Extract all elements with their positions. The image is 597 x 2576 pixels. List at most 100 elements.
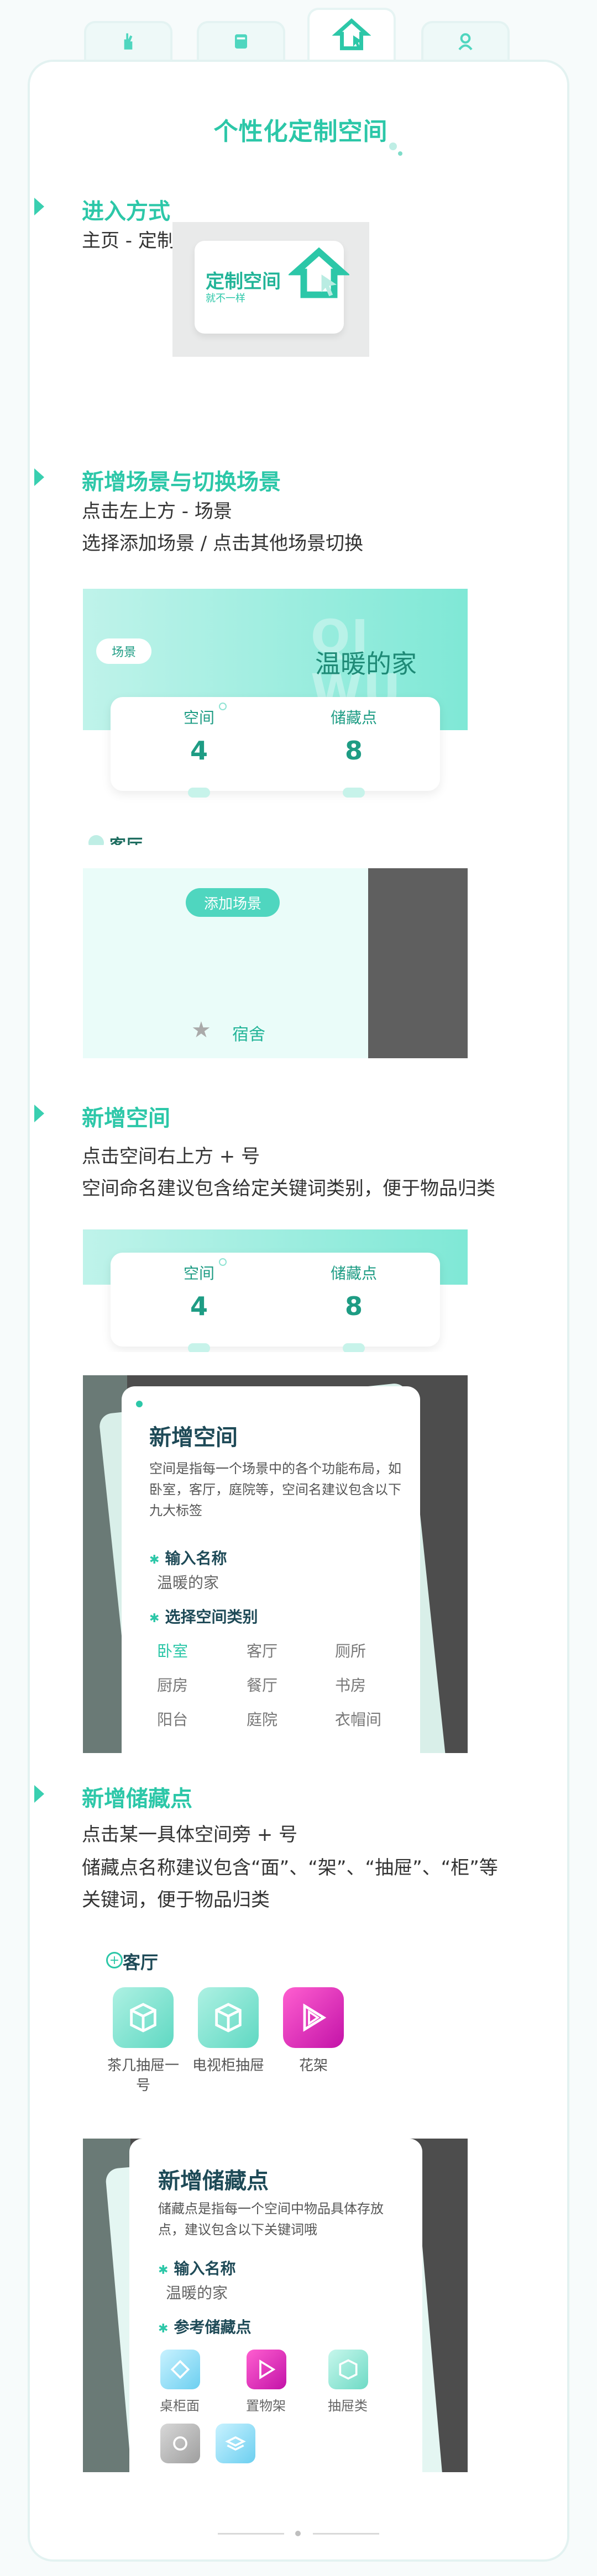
ring-icon — [173, 2436, 187, 2451]
storage-tile[interactable] — [198, 1987, 259, 2048]
storage-label: 电视柜抽屉 — [192, 2057, 264, 2074]
stat-decoration — [343, 1343, 365, 1352]
storage-label: 花架 — [298, 2057, 328, 2074]
modal-description: 空间是指每一个场景中的各个功能布局，如卧室，客厅，庭院等，空间名建议包含以下九大… — [149, 1461, 401, 1518]
hand-icon — [124, 33, 133, 50]
name-input[interactable]: 温暖的家 — [157, 1571, 219, 1593]
section-text: 空间命名建议包含给定关键词类别，便于物品归类 — [82, 1178, 495, 1200]
storage-tile[interactable] — [283, 1987, 344, 2048]
ref-label: 参考储藏点 — [158, 2315, 251, 2337]
name-input[interactable]: 温暖的家 — [166, 2281, 228, 2303]
cube-icon — [215, 2003, 242, 2033]
stat-decoration — [188, 788, 210, 798]
footer-dot — [295, 2531, 301, 2536]
room-icon — [88, 835, 104, 845]
space-screenshot: 空间 4 储藏点 8 — [83, 1229, 468, 1352]
stat-space-label: 空间 — [183, 709, 214, 727]
section-heading-scene: 新增场景与切换场景 — [82, 469, 281, 495]
layers-icon — [225, 2436, 246, 2451]
stat-decoration — [343, 788, 365, 798]
user-icon — [458, 33, 473, 50]
stat-decoration — [188, 1343, 210, 1352]
section-arrow-icon — [34, 1105, 44, 1122]
stat-storage-label: 储藏点 — [330, 709, 377, 727]
stat-storage-label: 储藏点 — [330, 1264, 377, 1282]
scene-tag-button[interactable]: 场景 — [96, 638, 151, 664]
stat-space-label: 空间 — [183, 1264, 214, 1282]
stat-space-value: 4 — [190, 1291, 208, 1321]
section-text: 点击空间右上方 + 号 — [82, 1146, 260, 1168]
title-decoration — [389, 142, 397, 150]
scene-item-dorm[interactable]: 宿舍 — [232, 1021, 265, 1045]
stat-card: 空间 4 储藏点 8 — [111, 697, 440, 798]
section-text: 储藏点名称建议包含“面”、“架”、“抽屉”、“柜”等 — [82, 1857, 498, 1879]
section-text: 关键词，便于物品归类 — [82, 1889, 270, 1911]
play-icon — [303, 2003, 327, 2032]
ref-label-item: 抽屉类 — [328, 2398, 368, 2414]
section-arrow-icon — [34, 198, 44, 215]
tab-box[interactable] — [197, 21, 285, 60]
type-option[interactable]: 阳台 — [157, 1708, 223, 1730]
ref-tile[interactable] — [216, 2424, 255, 2463]
stat-card: 空间 4 储藏点 8 — [111, 1253, 440, 1352]
box-icon — [235, 34, 247, 49]
custom-space-subtitle: 就不一样 — [206, 293, 245, 304]
page-title: 个性化定制空间 — [213, 118, 388, 146]
scene-screenshot: 场景 QI WU 温暖的家 空间 4 储藏点 8 客厅 — [83, 589, 468, 845]
cube-icon — [339, 2359, 358, 2380]
entry-screenshot: 定制空间 就不一样 — [172, 222, 369, 357]
ref-label-item: 桌柜面 — [160, 2398, 200, 2414]
title-decoration — [398, 151, 402, 156]
new-storage-sheet: 新增储藏点 储藏点是指每一个空间中物品具体存放点，建议包含以下关键词哦 输入名称… — [129, 2139, 422, 2472]
name-label: 输入名称 — [158, 2257, 235, 2279]
ref-tile[interactable] — [160, 2424, 200, 2463]
section-heading-space: 新增空间 — [82, 1106, 170, 1131]
type-option[interactable]: 书房 — [335, 1674, 401, 1696]
stat-decoration — [219, 703, 227, 710]
ref-tile[interactable] — [247, 2350, 286, 2389]
diamond-icon — [170, 2359, 190, 2379]
ref-label-item: 置物架 — [246, 2398, 286, 2414]
new-space-sheet: 新增空间 空间是指每一个场景中的各个功能布局，如卧室，客厅，庭院等，空间名建议包… — [122, 1386, 420, 1753]
storage-label: 茶几抽屉一号 — [107, 2057, 179, 2094]
name-label: 输入名称 — [149, 1546, 227, 1569]
tab-home[interactable] — [307, 8, 396, 61]
cube-icon — [130, 2003, 156, 2033]
section-arrow-icon — [34, 1785, 44, 1803]
type-option[interactable]: 衣帽间 — [335, 1708, 401, 1730]
footer-divider — [218, 2533, 284, 2535]
stat-storage-value: 8 — [344, 1291, 363, 1321]
ref-tile[interactable] — [328, 2350, 368, 2389]
star-icon[interactable]: ★ — [191, 1017, 211, 1043]
new-storage-modal-screenshot: 新增储藏点 储藏点是指每一个空间中物品具体存放点，建议包含以下关键词哦 输入名称… — [83, 2139, 468, 2472]
room-heading: 客厅 — [109, 832, 143, 845]
section-heading-storage: 新增储藏点 — [82, 1786, 192, 1812]
add-scene-button[interactable]: 添加场景 — [186, 888, 280, 917]
section-text: 选择添加场景 / 点击其他场景切换 — [82, 532, 364, 555]
scene-switch-screenshot: 添加场景 ★ 宿舍 — [83, 868, 468, 1058]
modal-title: 新增空间 — [149, 1425, 238, 1450]
type-option[interactable]: 厨房 — [157, 1674, 223, 1696]
room-heading: 客厅 — [123, 1952, 159, 1973]
ref-tile[interactable] — [160, 2350, 200, 2389]
tab-user[interactable] — [421, 21, 510, 60]
type-option[interactable]: 客厅 — [247, 1639, 313, 1661]
section-text: 点击左上方 - 场景 — [82, 500, 232, 522]
tab-hand[interactable] — [84, 21, 172, 60]
type-option[interactable]: 餐厅 — [247, 1674, 313, 1696]
add-storage-icon[interactable]: + — [106, 1952, 123, 1968]
type-option[interactable]: 庭院 — [247, 1708, 313, 1730]
footer-divider — [313, 2533, 379, 2535]
storage-tile[interactable] — [113, 1987, 174, 2048]
modal-title: 新增储藏点 — [158, 2168, 269, 2194]
type-option[interactable]: 卧室 — [157, 1639, 223, 1661]
stat-decoration — [219, 1258, 227, 1266]
home-cursor-icon — [289, 247, 349, 298]
play-icon — [259, 2359, 276, 2379]
type-option[interactable]: 厕所 — [335, 1639, 401, 1661]
storage-screenshot: + 客厅 茶几抽屉一号 电视柜抽屉 花架 — [83, 1938, 468, 2123]
overlay-shade — [368, 868, 468, 1058]
section-heading-entry: 进入方式 — [82, 199, 170, 224]
type-label: 选择空间类别 — [149, 1605, 258, 1627]
sheet-decoration — [136, 1401, 143, 1407]
